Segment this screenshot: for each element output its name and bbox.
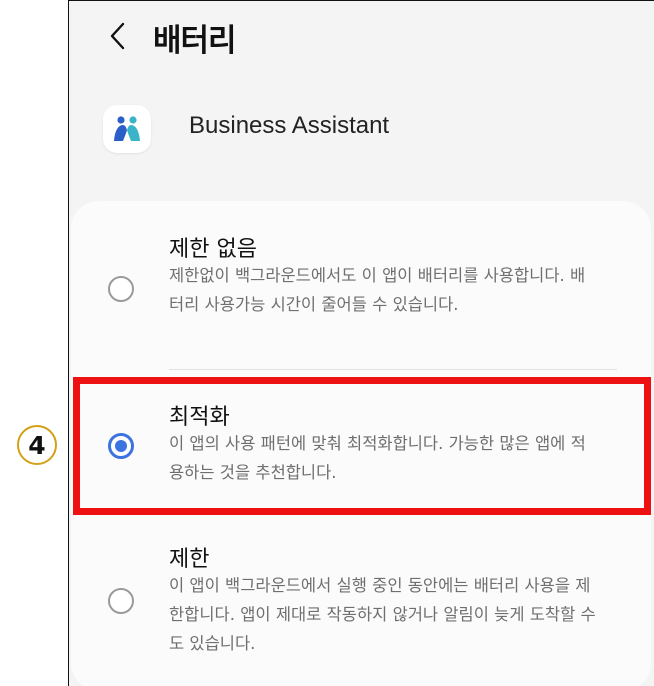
radio-restricted[interactable] bbox=[108, 588, 134, 614]
option-title: 최적화 bbox=[169, 405, 230, 430]
option-unrestricted[interactable]: 제한 없음 제한없이 백그라운드에서도 이 앱이 배터리를 사용합니다. 배터리… bbox=[71, 201, 651, 371]
radio-selected-dot bbox=[115, 440, 127, 452]
page-title: 배터리 bbox=[153, 23, 237, 59]
option-description: 이 앱의 사용 패턴에 맞춰 최적화합니다. 가능한 많은 앱에 적용하는 것을… bbox=[169, 434, 586, 482]
option-restricted[interactable]: 제한 이 앱이 백그라운드에서 실행 중인 동안에는 배터리 사용을 제한합니다… bbox=[71, 511, 651, 681]
battery-options-card: 제한 없음 제한없이 백그라운드에서도 이 앱이 배터리를 사용합니다. 배터리… bbox=[71, 201, 651, 686]
phone-screen: 배터리 Business Assistant 제한 없음 제한없이 백그라운드에… bbox=[68, 0, 654, 686]
top-app-bar: 배터리 bbox=[69, 1, 654, 81]
option-optimized[interactable]: 최적화 이 앱의 사용 패턴에 맞춰 최적화합니다. 가능한 많은 앱에 적용하… bbox=[71, 371, 651, 511]
app-name: Business Assistant bbox=[189, 112, 390, 139]
radio-unrestricted[interactable] bbox=[108, 276, 134, 302]
back-button[interactable] bbox=[103, 21, 133, 51]
business-assistant-app-icon bbox=[103, 105, 151, 153]
option-title: 제한 없음 bbox=[169, 237, 257, 262]
option-title: 제한 bbox=[169, 547, 210, 572]
radio-optimized[interactable] bbox=[108, 433, 134, 459]
app-info-row: Business Assistant bbox=[103, 105, 623, 155]
option-description: 제한없이 백그라운드에서도 이 앱이 배터리를 사용합니다. 배터리 사용가능 … bbox=[169, 266, 586, 314]
option-description: 이 앱이 백그라운드에서 실행 중인 동안에는 배터리 사용을 제한합니다. 앱… bbox=[169, 576, 596, 653]
step-number-badge: 4 bbox=[17, 425, 57, 465]
divider bbox=[169, 369, 617, 370]
chevron-left-icon bbox=[110, 22, 125, 50]
